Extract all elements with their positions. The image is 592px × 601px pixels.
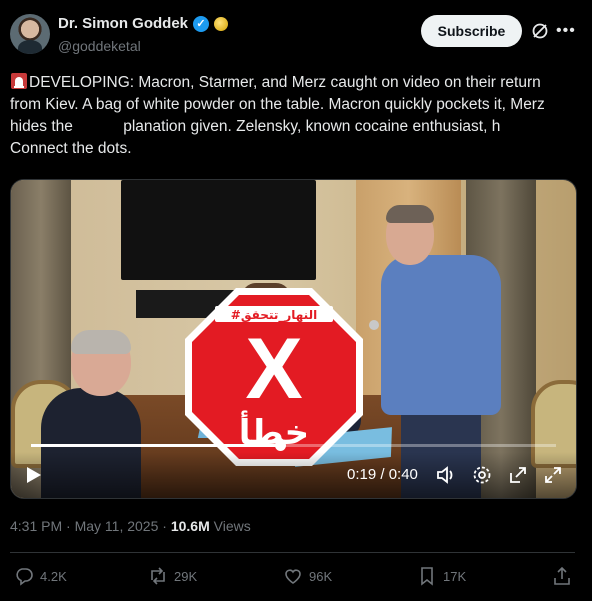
tweet-timestamp[interactable]: 4:31 PM · May 11, 2025 · 10.6M Views — [10, 518, 251, 534]
reply-count: 4.2K — [40, 568, 67, 584]
subscribe-button[interactable]: Subscribe — [421, 15, 522, 47]
view-count: 10.6M — [170, 518, 210, 534]
views-label: Views — [209, 518, 251, 534]
heart-icon — [285, 569, 301, 584]
author-name-row: Dr. Simon Goddek ✓ — [58, 15, 229, 32]
verified-badge-icon: ✓ — [193, 15, 210, 32]
bookmark-button[interactable]: 17K — [417, 566, 466, 586]
reply-icon — [16, 568, 33, 586]
bookmark-icon — [421, 567, 433, 586]
tweet-time: 4:31 PM · May 11, 2025 · — [10, 518, 171, 534]
repost-button[interactable]: 29K — [148, 566, 197, 586]
rotating-light-icon — [11, 73, 27, 89]
video-progress-bar[interactable] — [31, 440, 556, 451]
settings-icon[interactable] — [472, 465, 492, 485]
reply-button[interactable]: 4.2K — [14, 566, 67, 586]
repost-count: 29K — [174, 568, 198, 584]
like-button[interactable]: 96K — [283, 566, 332, 586]
fullscreen-icon[interactable] — [543, 465, 563, 485]
author-name[interactable]: Dr. Simon Goddek — [58, 15, 188, 32]
stamp-x-mark: X — [245, 321, 302, 417]
tweet-text: DEVELOPING: Macron, Starmer, and Merz ca… — [10, 72, 575, 160]
share-button[interactable] — [552, 566, 572, 586]
video-time: 0:19 / 0:40 — [347, 466, 418, 483]
author-avatar[interactable] — [10, 14, 50, 54]
tweet-text-part-2: planation given. Zelensky, known cocaine… — [123, 118, 501, 135]
volume-icon[interactable] — [436, 465, 456, 485]
video-player[interactable]: #النهار_تتحقق X خطأ 0:19 / 0:40 — [10, 179, 577, 499]
grok-icon[interactable] — [531, 22, 549, 40]
pop-out-icon[interactable] — [508, 465, 528, 485]
video-tv — [121, 180, 316, 280]
tweet-text-part-3: Connect the dots. — [10, 140, 132, 157]
bookmark-count: 17K — [443, 568, 467, 584]
divider — [10, 552, 575, 553]
play-icon[interactable] — [25, 465, 43, 485]
video-progress-fill — [31, 444, 281, 447]
gold-badge-icon — [214, 16, 229, 31]
fact-check-stamp: #النهار_تتحقق X خطأ — [185, 288, 363, 466]
share-icon — [554, 566, 570, 585]
repost-icon — [151, 567, 165, 585]
author-handle[interactable]: @goddeketal — [58, 38, 141, 54]
like-count: 96K — [309, 568, 333, 584]
more-options-icon[interactable]: ••• — [556, 22, 575, 40]
